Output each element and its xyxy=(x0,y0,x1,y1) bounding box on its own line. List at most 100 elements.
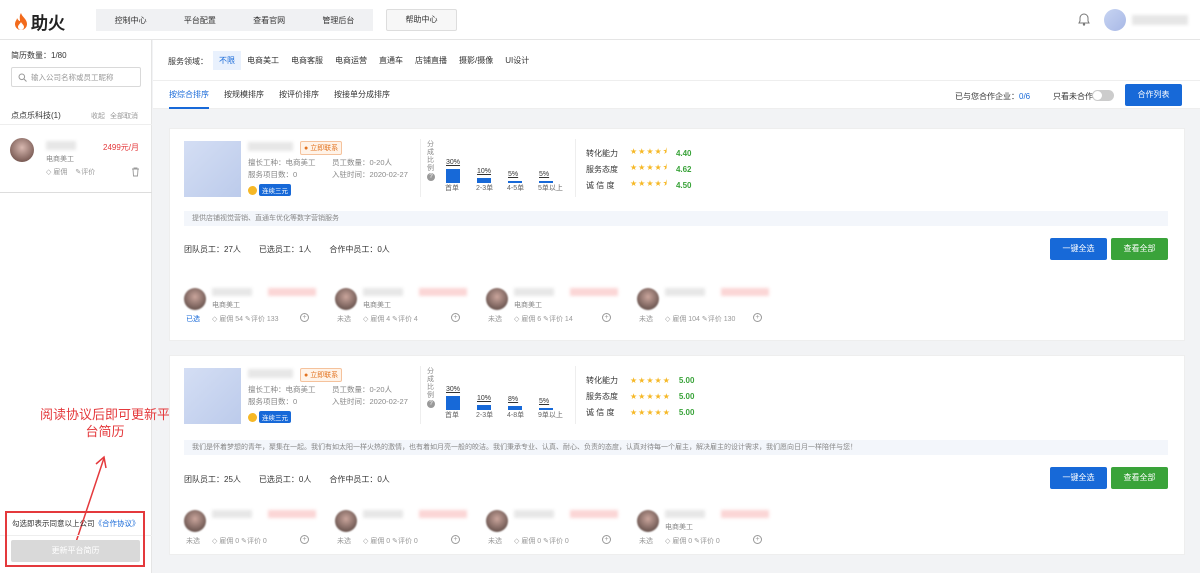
nav-official-site[interactable]: 查看官网 xyxy=(235,15,304,26)
member-meta: ◇ 雇佣 54 ✎评价 133 xyxy=(212,316,279,323)
tab-rating[interactable]: 按评价排序 xyxy=(279,81,319,109)
commission-label: 分成比例 xyxy=(427,368,434,399)
member-meta: ◇ 雇佣 6 ✎评价 14 xyxy=(514,316,573,323)
specialty: 擅长工种：电商美工 xyxy=(248,385,316,394)
member-select-status[interactable]: 已选 xyxy=(186,314,200,324)
project-count: 服务项目数：0 xyxy=(248,397,298,406)
member-select-status[interactable]: 未选 xyxy=(337,536,351,546)
bell-icon[interactable] xyxy=(1078,13,1090,26)
divider xyxy=(420,366,421,424)
main-nav: 控制中心 平台配置 查看官网 管理后台 xyxy=(96,9,373,31)
filter-option-design[interactable]: 电商美工 xyxy=(241,51,285,70)
avatar xyxy=(637,288,659,310)
user-avatar[interactable] xyxy=(1104,9,1126,31)
view-all-button[interactable]: 查看全部 xyxy=(1111,238,1168,260)
view-all-button[interactable]: 查看全部 xyxy=(1111,467,1168,489)
member-price-redacted xyxy=(570,288,618,296)
add-icon[interactable]: + xyxy=(300,313,309,322)
member-name-redacted xyxy=(514,510,554,518)
review-count: 评价 0 xyxy=(246,538,267,545)
honor-label: 连续三元 xyxy=(259,411,291,423)
select-all-button[interactable]: 一键全选 xyxy=(1050,467,1107,489)
filter-option-live[interactable]: 店铺直播 xyxy=(409,51,453,70)
tab-overall[interactable]: 按综合排序 xyxy=(169,81,209,109)
member-select-status[interactable]: 未选 xyxy=(488,536,502,546)
company-description: 提供店铺视觉营销、直通车优化等数字营销服务 xyxy=(184,211,1168,226)
cancel-all-link[interactable]: 全部取消 xyxy=(110,111,138,121)
star-icon: ★★★★★ xyxy=(630,391,671,401)
add-icon[interactable]: + xyxy=(451,535,460,544)
avatar xyxy=(335,510,357,532)
commission-bar: 30% xyxy=(446,386,460,410)
add-icon[interactable]: + xyxy=(753,535,762,544)
filter-option-cs[interactable]: 电商客服 xyxy=(285,51,329,70)
company-logo xyxy=(184,368,241,424)
collapse-link[interactable]: 收起 xyxy=(91,111,105,121)
sort-tabs: 按综合排序 按规模排序 按评价排序 按接单分成排序 xyxy=(169,81,390,109)
nav-control-center[interactable]: 控制中心 xyxy=(96,15,165,26)
hire-count: 雇佣 54 xyxy=(219,316,244,323)
tab-scale[interactable]: 按规模排序 xyxy=(224,81,264,109)
review-count: 评价 14 xyxy=(548,316,573,323)
tab-commission[interactable]: 按接单分成排序 xyxy=(334,81,390,109)
help-icon[interactable]: ? xyxy=(427,173,435,181)
member-list: 电商美工 已选 ◇ 雇佣 54 ✎评价 133 + 电商美工 未选 ◇ 雇佣 4 ✎评价 4… xyxy=(184,284,1174,328)
honor-label: 连续三元 xyxy=(259,184,291,196)
commission-bar: 5% xyxy=(539,171,553,183)
hire-count: 雇佣 4 xyxy=(370,316,391,323)
company-description: 我们是怀着梦想的青年，聚集在一起。我们有如太阳一样火热的激情，也有着如月亮一般的… xyxy=(184,440,1168,455)
contact-now-badge[interactable]: ● 立即联系 xyxy=(300,141,343,155)
add-icon[interactable]: + xyxy=(451,313,460,322)
nav-platform-config[interactable]: 平台配置 xyxy=(165,15,234,26)
help-center-button[interactable]: 帮助中心 xyxy=(386,9,457,31)
nav-admin[interactable]: 管理后台 xyxy=(304,15,373,26)
filter-option-ops[interactable]: 电商运营 xyxy=(329,51,373,70)
filter-option-photo[interactable]: 摄影/摄像 xyxy=(453,51,499,70)
selected-staff: 已选员工：1人 xyxy=(258,245,312,254)
trash-icon[interactable] xyxy=(131,167,140,177)
filter-option-all[interactable]: 不限 xyxy=(213,51,241,70)
review-count: 评价 130 xyxy=(707,316,736,323)
help-icon[interactable]: ? xyxy=(427,400,435,408)
contact-now-badge[interactable]: ● 立即联系 xyxy=(300,368,343,382)
member-select-status[interactable]: 未选 xyxy=(488,314,502,324)
commission-bar: 8% xyxy=(508,396,522,410)
team-size: 团队员工：25人 xyxy=(184,475,241,484)
member-price-redacted xyxy=(419,510,467,518)
logo[interactable]: 助火 xyxy=(14,9,65,34)
specialty: 擅长工种：电商美工 xyxy=(248,158,316,167)
add-icon[interactable]: + xyxy=(602,535,611,544)
member-meta: ◇ 雇佣 4 ✎评价 4 xyxy=(363,316,418,323)
member-select-status[interactable]: 未选 xyxy=(186,536,200,546)
add-icon[interactable]: + xyxy=(602,313,611,322)
search-input[interactable] xyxy=(31,72,139,82)
sidebar-search[interactable] xyxy=(11,67,141,87)
select-all-button[interactable]: 一键全选 xyxy=(1050,238,1107,260)
username-redacted[interactable] xyxy=(1132,15,1188,25)
member-name-redacted xyxy=(665,288,705,296)
member-select-status[interactable]: 未选 xyxy=(639,314,653,324)
member-select-status[interactable]: 未选 xyxy=(639,536,653,546)
star-icon: ★★★★⯨ xyxy=(630,163,668,172)
rating-value: 4.50 xyxy=(675,180,692,190)
rating-label: 服务态度 xyxy=(586,164,618,174)
only-uncooperated-toggle[interactable] xyxy=(1092,90,1114,101)
filter-option-ztc[interactable]: 直通车 xyxy=(373,51,409,70)
hire-count: 雇佣 104 xyxy=(672,316,700,323)
member-role: 电商美工 xyxy=(665,524,693,531)
filter-option-ui[interactable]: UI设计 xyxy=(499,51,535,70)
star-icon: ★★★★⯨ xyxy=(630,147,668,156)
commission-bar: 10% xyxy=(477,395,491,410)
add-icon[interactable]: + xyxy=(753,313,762,322)
add-icon[interactable]: + xyxy=(300,535,309,544)
company-group-actions: 收起 全部取消 xyxy=(91,111,138,121)
company-card: ● 立即联系 擅长工种：电商美工 服务项目数：0 员工数量：0-20人 入驻时间… xyxy=(169,355,1185,555)
annotation-highlight-box xyxy=(5,511,145,567)
rating-row: 诚 信 度 ★★★★⯨ 4.50 xyxy=(586,177,692,193)
commission-value: 10% xyxy=(477,395,492,403)
member-select-status[interactable]: 未选 xyxy=(337,314,351,324)
only-uncooperated-label: 只看未合作 xyxy=(1053,92,1093,101)
join-date: 入驻时间：2020-02-27 xyxy=(332,397,408,406)
avatar xyxy=(486,288,508,310)
cooperation-list-button[interactable]: 合作列表 xyxy=(1125,84,1182,106)
